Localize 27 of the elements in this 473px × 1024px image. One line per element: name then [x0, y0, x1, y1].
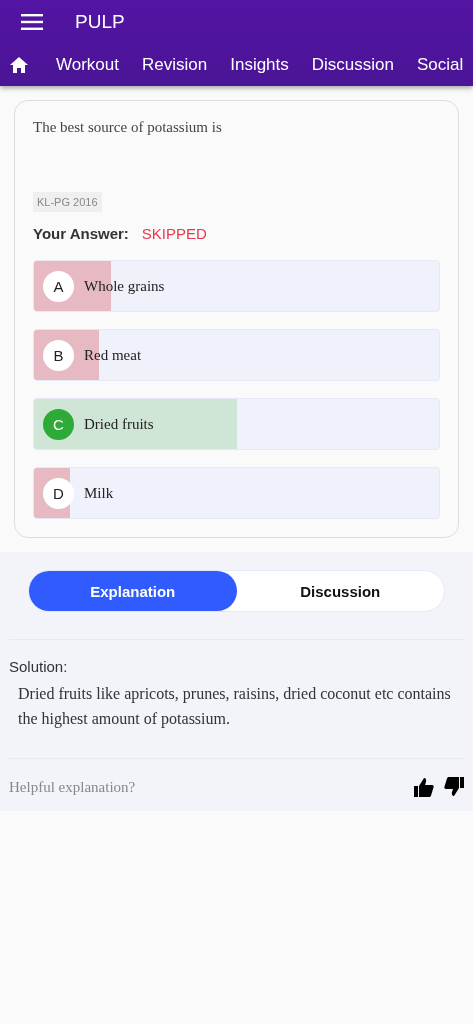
feedback-prompt: Helpful explanation? — [9, 778, 137, 796]
menu-icon[interactable] — [21, 14, 43, 30]
app-title: PULP — [75, 11, 125, 33]
thumbs-down-icon[interactable] — [444, 777, 464, 797]
answer-option[interactable]: A Whole grains — [33, 260, 440, 312]
source-tag: KL-PG 2016 — [33, 192, 102, 212]
home-icon[interactable] — [10, 57, 28, 73]
nav-tab[interactable]: Revision — [142, 55, 208, 75]
answer-option[interactable]: B Red meat — [33, 329, 440, 381]
segment-tab[interactable]: Discussion — [236, 571, 444, 611]
answer-option[interactable]: D Milk — [33, 467, 440, 519]
answer-label: Your Answer: — [33, 225, 129, 242]
solution-text: Dried fruits like apricots, prunes, raisins, dried coconut etc contains the highest amount of potassium. — [18, 684, 452, 730]
nav-tab[interactable]: Insights — [230, 55, 289, 75]
thumbs-up-icon[interactable] — [414, 777, 434, 797]
nav-tab[interactable]: Discussion — [311, 55, 394, 75]
option-text: Whole grains — [84, 277, 165, 295]
question-text: The best source of potassium is — [33, 119, 223, 136]
option-text: Red meat — [84, 346, 142, 364]
solution-heading: Solution: — [9, 658, 69, 675]
option-text: Milk — [84, 484, 114, 502]
answer-option[interactable]: C Dried fruits — [33, 398, 440, 450]
answer-status: SKIPPED — [141, 225, 207, 242]
nav-tab[interactable]: Workout — [56, 55, 119, 75]
option-text: Dried fruits — [84, 415, 154, 433]
nav-tab[interactable]: Social — [417, 55, 464, 75]
segment-tab[interactable]: Explanation — [29, 571, 237, 611]
